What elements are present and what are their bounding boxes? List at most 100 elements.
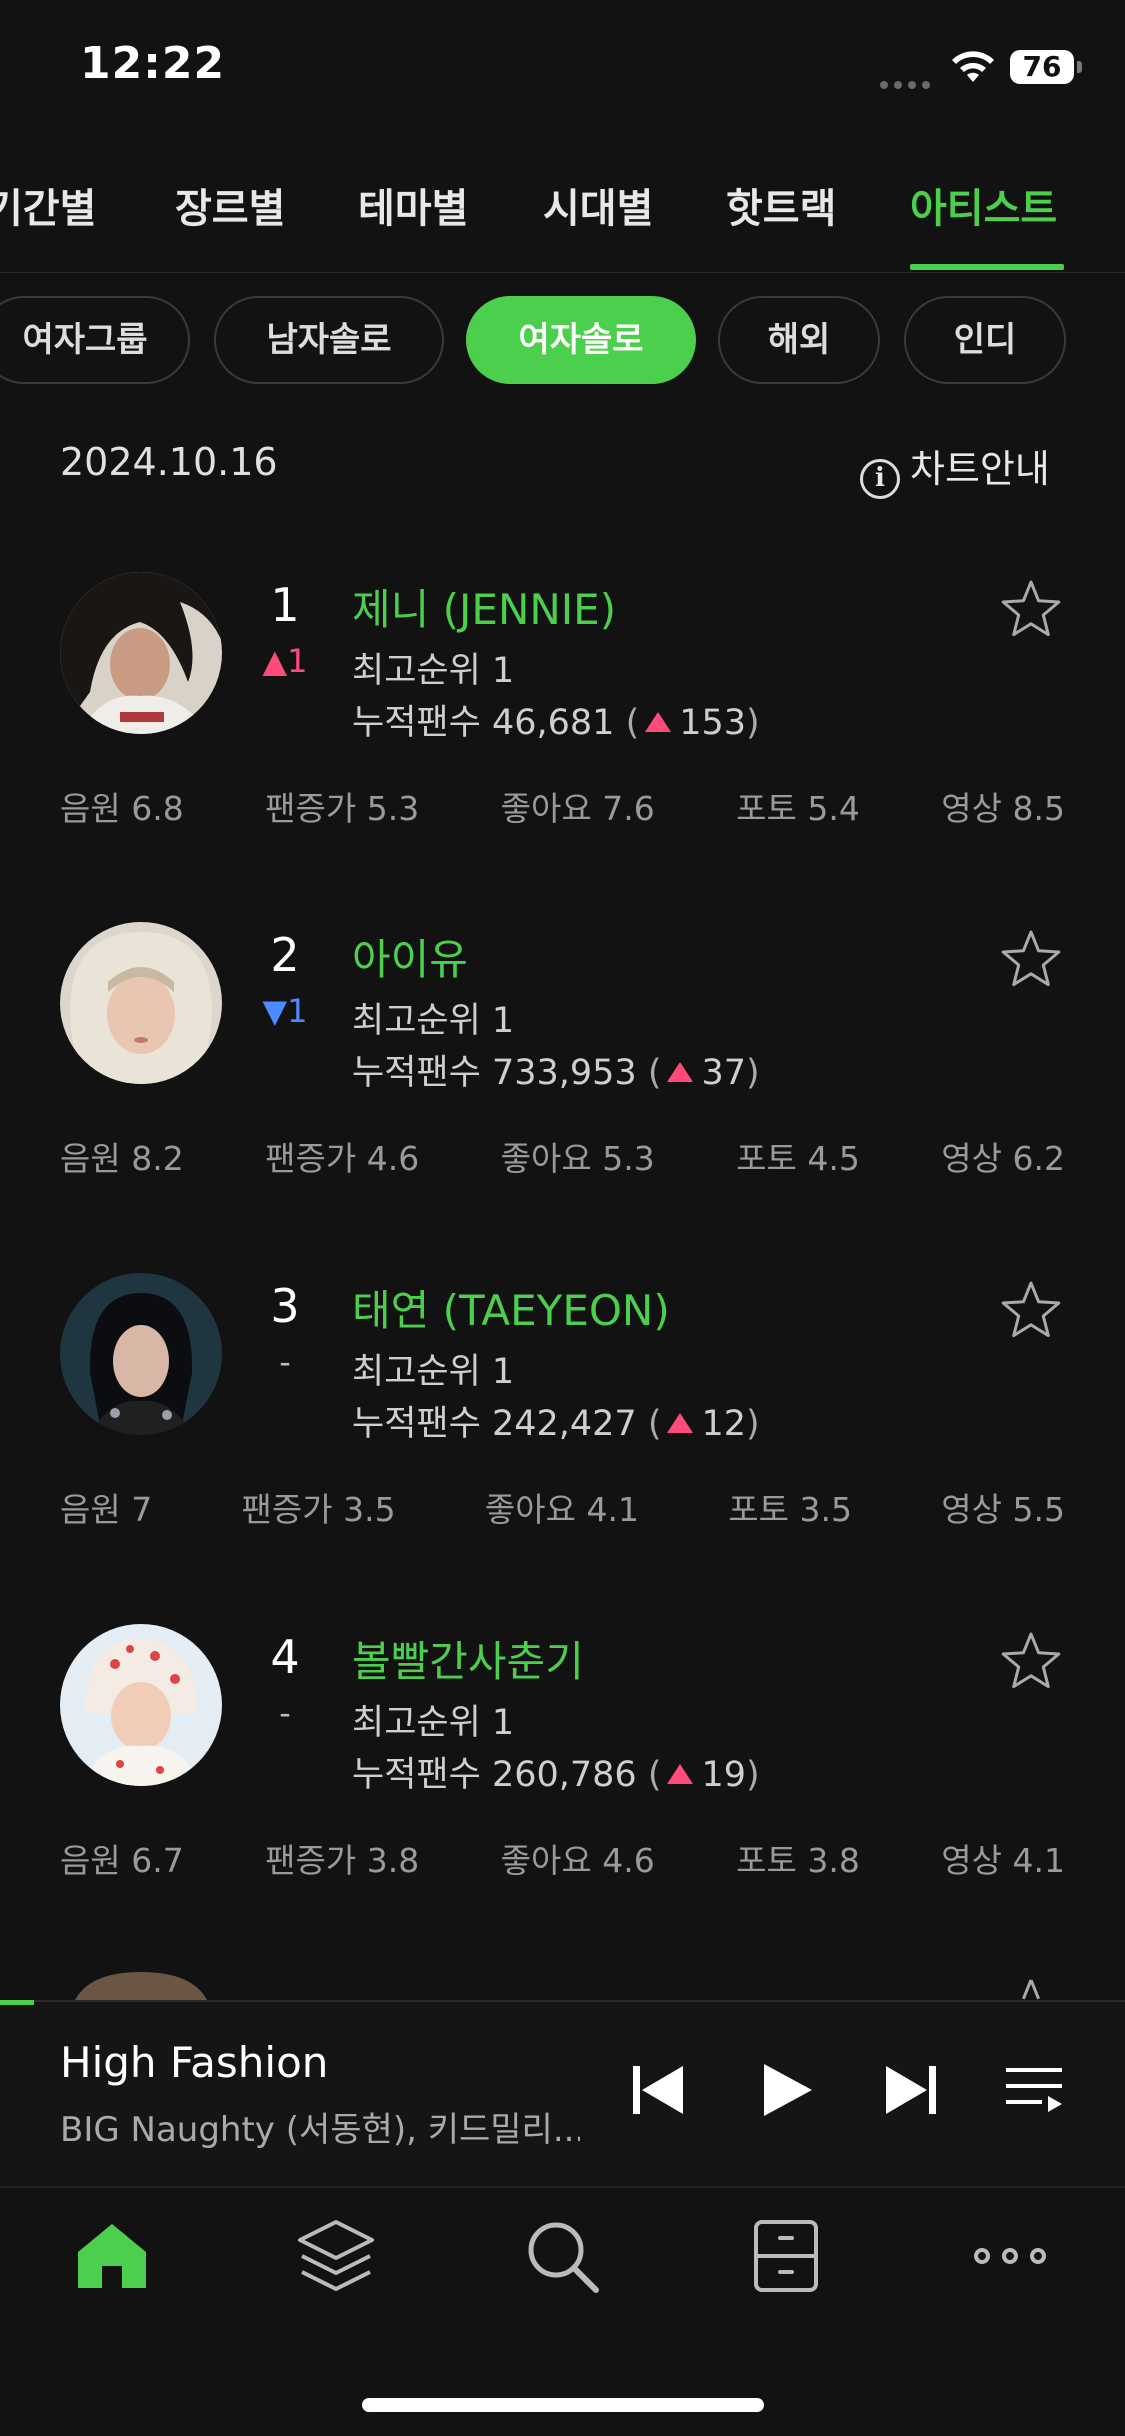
score-breakdown: 음원 8.2 팬증가 4.6 좋아요 5.3 포토 4.5 영상 6.2	[60, 1132, 1065, 1178]
artist-row[interactable]: 1 ▲1 제니 (JENNIE) 최고순위 1 누적팬수 46,681 (153…	[0, 572, 1125, 922]
score-breakdown: 음원 7 팬증가 3.5 좋아요 4.1 포토 3.5 영상 5.5	[60, 1483, 1065, 1529]
fan-count-value: 733,953	[491, 1053, 637, 1093]
score-video: 영상 6.2	[941, 1139, 1065, 1178]
score-audio: 음원 6.8	[60, 789, 184, 828]
home-indicator[interactable]	[362, 2398, 764, 2412]
more-icon[interactable]	[970, 2216, 1050, 2296]
tab-period[interactable]: 기간별	[0, 176, 96, 234]
artist-row[interactable]: 3 - 태연 (TAEYEON) 최고순위 1 누적팬수 242,427 (12…	[0, 1273, 1125, 1623]
filter-female-solo[interactable]: 여자솔로	[466, 296, 696, 384]
playlist-icon[interactable]	[1002, 2058, 1066, 2122]
favorite-star-icon[interactable]	[1000, 1630, 1062, 1692]
tab-hottrack[interactable]: 핫트랙	[726, 176, 836, 234]
cellular-signal-icon	[880, 74, 936, 89]
rank-change: -	[279, 1343, 291, 1381]
favorite-star-icon[interactable]	[1000, 1279, 1062, 1341]
fan-delta: 12	[701, 1404, 747, 1444]
fan-increase-icon	[667, 1413, 694, 1433]
score-video: 영상 4.1	[941, 1841, 1065, 1880]
peak-rank: 최고순위 1	[352, 1001, 515, 1041]
tab-theme[interactable]: 테마별	[358, 176, 468, 234]
favorite-star-icon[interactable]	[1000, 578, 1062, 640]
now-playing-title[interactable]: High Fashion	[60, 2038, 328, 2087]
score-fan-growth: 팬증가 5.3	[265, 789, 420, 828]
artist-row[interactable]: 4 - 볼빨간사춘기 최고순위 1 누적팬수 260,786 (19) 음원 6…	[0, 1624, 1125, 1974]
previous-icon[interactable]	[625, 2058, 689, 2122]
artist-avatar[interactable]	[60, 1624, 222, 1786]
peak-rank: 최고순위 1	[352, 1703, 515, 1743]
tab-artist[interactable]: 아티스트	[910, 176, 1057, 234]
rank-change: ▼1	[250, 992, 320, 1030]
fan-delta: 37	[701, 1053, 747, 1093]
wifi-icon	[952, 51, 994, 82]
score-breakdown: 음원 6.7 팬증가 3.8 좋아요 4.6 포토 3.8 영상 4.1	[60, 1834, 1065, 1880]
fan-count-label: 누적팬수	[352, 703, 481, 743]
score-likes: 좋아요 5.3	[500, 1139, 655, 1178]
score-video: 영상 5.5	[941, 1490, 1065, 1529]
rank-change: -	[279, 1694, 291, 1732]
filter-male-solo[interactable]: 남자솔로	[214, 296, 444, 384]
fan-count: 누적팬수 260,786 (19)	[352, 1755, 760, 1795]
artist-avatar[interactable]	[60, 572, 222, 734]
artist-name[interactable]: 태연 (TAEYEON)	[352, 1277, 670, 1338]
battery-indicator: 76	[1010, 50, 1082, 84]
peak-rank: 최고순위 1	[352, 651, 515, 691]
info-icon: i	[860, 459, 900, 499]
fan-count: 누적팬수 733,953 (37)	[352, 1053, 760, 1093]
score-video: 영상 8.5	[941, 789, 1065, 828]
mini-player[interactable]: High Fashion BIG Naughty (서동현), 키드밀리...	[0, 2000, 1125, 2188]
score-breakdown: 음원 6.8 팬증가 5.3 좋아요 7.6 포토 5.4 영상 8.5	[60, 782, 1065, 828]
score-photo: 포토 4.5	[736, 1139, 860, 1178]
score-fan-growth: 팬증가 3.5	[241, 1490, 396, 1529]
fan-increase-icon	[667, 1764, 694, 1784]
filter-indie[interactable]: 인디	[904, 296, 1066, 384]
artist-avatar[interactable]	[60, 922, 222, 1084]
favorite-star-icon	[1022, 1979, 1040, 2000]
locker-icon[interactable]	[746, 2216, 826, 2296]
artist-row[interactable]: 2 ▼1 아이유 최고순위 1 누적팬수 733,953 (37) 음원 8.2…	[0, 922, 1125, 1272]
next-icon[interactable]	[880, 2058, 944, 2122]
fan-count: 누적팬수 46,681 (153)	[352, 703, 760, 743]
rank-change-value: 1	[287, 992, 308, 1030]
play-icon[interactable]	[754, 2058, 818, 2122]
peak-rank: 최고순위 1	[352, 1352, 515, 1392]
score-likes: 좋아요 7.6	[500, 789, 655, 828]
fan-increase-icon	[667, 1062, 694, 1082]
artist-avatar[interactable]	[60, 1273, 222, 1435]
layers-icon[interactable]	[296, 2216, 376, 2296]
score-photo: 포토 5.4	[736, 789, 860, 828]
score-likes: 좋아요 4.1	[484, 1490, 639, 1529]
artist-name[interactable]: 아이유	[352, 926, 468, 987]
fan-increase-icon	[645, 712, 672, 732]
artist-name[interactable]: 제니 (JENNIE)	[352, 576, 616, 637]
now-playing-artist[interactable]: BIG Naughty (서동현), 키드밀리...	[60, 2102, 580, 2151]
fan-delta: 153	[679, 703, 747, 743]
artist-name[interactable]: 볼빨간사춘기	[352, 1628, 584, 1689]
artist-row-partial[interactable]	[0, 1970, 1125, 2000]
score-fan-growth: 팬증가 4.6	[265, 1139, 420, 1178]
tab-era[interactable]: 시대별	[543, 176, 653, 234]
active-tab-indicator	[910, 264, 1064, 270]
search-icon[interactable]	[522, 2216, 602, 2296]
rank-number: 2	[270, 928, 300, 982]
rank-number: 3	[270, 1279, 300, 1333]
rank-number: 4	[270, 1630, 300, 1684]
filter-overseas[interactable]: 해외	[718, 296, 880, 384]
chart-guide-button[interactable]: i 차트안내	[860, 438, 1050, 499]
fan-count-value: 260,786	[491, 1755, 637, 1795]
score-fan-growth: 팬증가 3.8	[265, 1841, 420, 1880]
status-time: 12:22	[80, 38, 226, 89]
category-tabs: 기간별 장르별 테마별 시대별 핫트랙 아티스트	[0, 168, 1125, 273]
score-audio: 음원 7	[60, 1490, 153, 1529]
fan-count: 누적팬수 242,427 (12)	[352, 1404, 760, 1444]
playback-progress[interactable]	[0, 2000, 34, 2005]
tab-genre[interactable]: 장르별	[175, 176, 285, 234]
filter-female-group[interactable]: 여자그룹	[0, 296, 190, 384]
fan-count-value: 46,681	[491, 703, 615, 743]
rank-change-value: 1	[287, 642, 308, 680]
artist-avatar	[75, 1972, 207, 2000]
fan-count-value: 242,427	[491, 1404, 637, 1444]
favorite-star-icon[interactable]	[1000, 928, 1062, 990]
rank-number: 1	[270, 578, 300, 632]
home-icon[interactable]	[72, 2216, 152, 2296]
